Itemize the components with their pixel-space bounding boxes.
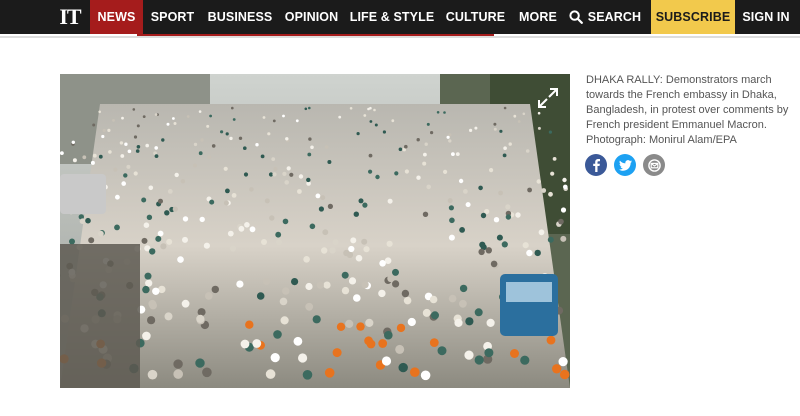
nav-sport[interactable]: SPORT <box>143 0 202 34</box>
share-buttons <box>585 154 665 176</box>
nav-business[interactable]: BUSINESS <box>202 0 278 34</box>
nav-more[interactable]: MORE <box>512 0 564 34</box>
photo-caption: DHAKA RALLY: Demonstrators march towards… <box>586 73 791 148</box>
header-divider <box>0 36 800 38</box>
search-label: SEARCH <box>587 10 642 24</box>
search-button[interactable]: SEARCH <box>564 0 646 34</box>
share-twitter-button[interactable] <box>614 154 636 176</box>
nav-life-style[interactable]: LIFE & STYLE <box>345 0 439 34</box>
expand-icon[interactable] <box>536 86 560 110</box>
article-photo[interactable] <box>60 74 570 388</box>
header-accent-line <box>137 34 494 36</box>
search-icon <box>569 10 583 24</box>
top-navigation-bar: IT NEWS SPORT BUSINESS OPINION LIFE & ST… <box>0 0 800 34</box>
nav-opinion[interactable]: OPINION <box>278 0 345 34</box>
subscribe-button[interactable]: SUBSCRIBE <box>651 0 735 34</box>
facebook-icon <box>593 159 600 172</box>
caption-lead: DHAKA RALLY: <box>586 74 663 86</box>
share-facebook-button[interactable] <box>585 154 607 176</box>
nav-culture[interactable]: CULTURE <box>439 0 512 34</box>
email-icon <box>647 158 661 172</box>
nav-news[interactable]: NEWS <box>90 0 143 34</box>
sign-in-button[interactable]: SIGN IN <box>735 0 797 34</box>
twitter-icon <box>618 159 632 171</box>
crowd-photo-illustration <box>60 74 570 388</box>
site-logo[interactable]: IT <box>50 0 90 34</box>
share-email-button[interactable] <box>643 154 665 176</box>
